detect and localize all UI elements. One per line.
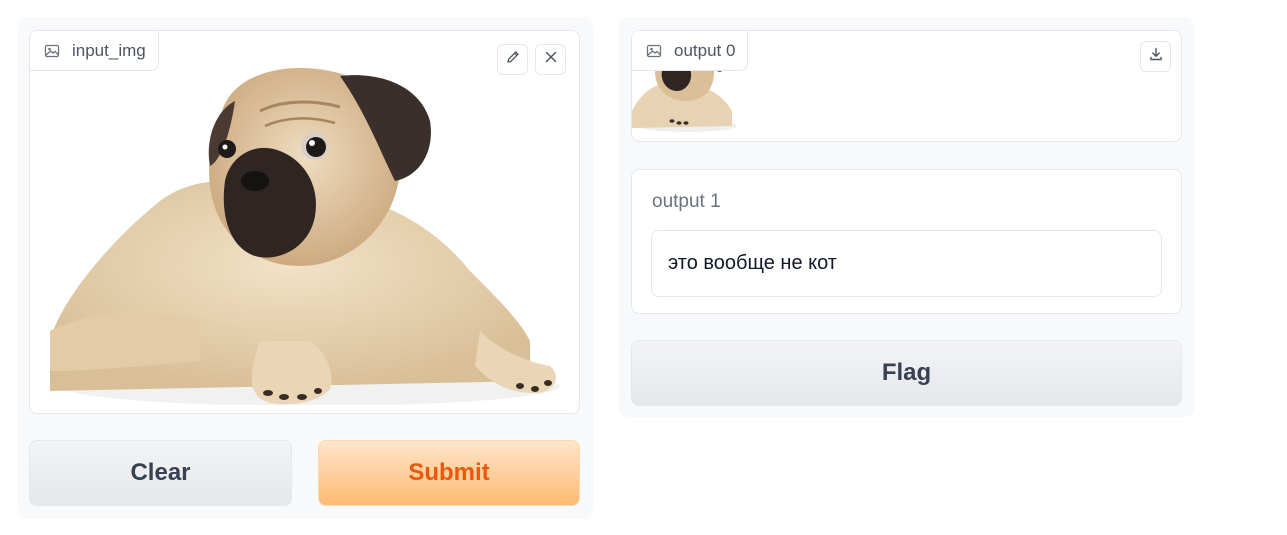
flag-button[interactable]: Flag <box>631 340 1182 406</box>
image-icon <box>646 43 662 59</box>
input-image-label: input_img <box>30 31 159 71</box>
edit-button[interactable] <box>497 44 528 75</box>
output-panel: output 0 output 1 это вообще не кот Flag <box>618 17 1194 417</box>
close-icon <box>543 49 559 70</box>
input-panel: input_img Clear Submit <box>17 17 593 519</box>
pencil-icon <box>505 49 521 70</box>
clear-button[interactable]: Clear <box>29 440 292 506</box>
output-text-block: output 1 это вообще не кот <box>631 169 1182 314</box>
input-image-label-text: input_img <box>72 40 146 60</box>
output-image-block: output 0 <box>631 30 1182 142</box>
image-input-block[interactable]: input_img <box>29 30 580 414</box>
download-icon <box>1148 46 1164 67</box>
clear-image-button[interactable] <box>535 44 566 75</box>
submit-button[interactable]: Submit <box>318 440 580 506</box>
download-button[interactable] <box>1140 41 1171 72</box>
output-image-label: output 0 <box>632 31 749 71</box>
output-image-label-text: output 0 <box>674 40 736 60</box>
output-text-label: output 1 <box>652 191 721 212</box>
image-icon <box>44 43 60 59</box>
output-textbox[interactable]: это вообще не кот <box>651 230 1162 297</box>
input-image <box>50 68 560 405</box>
